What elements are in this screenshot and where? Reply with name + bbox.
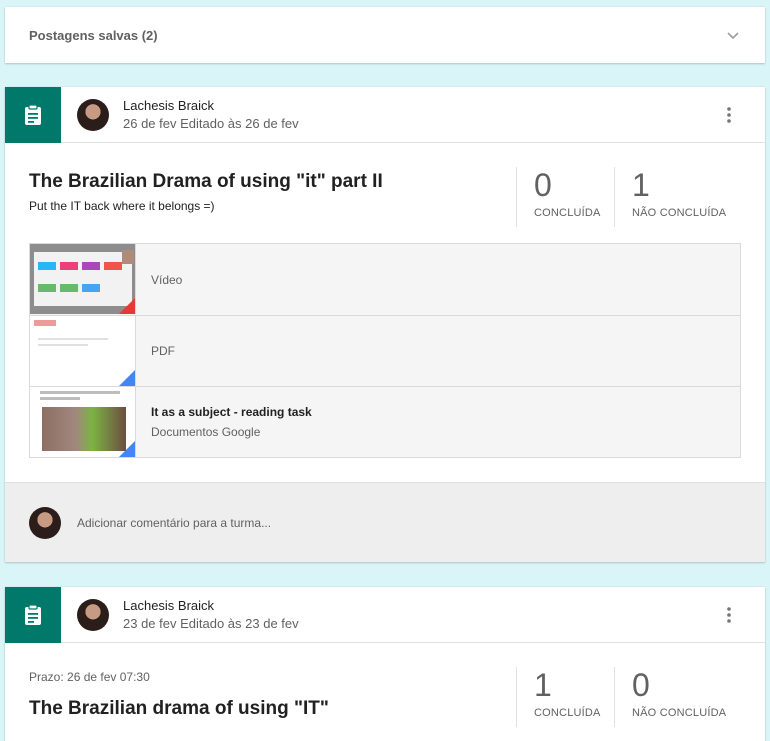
assignment-icon xyxy=(5,586,61,643)
done-label: CONCLUÍDA xyxy=(534,207,601,219)
post-header: Lachesis Braick 26 de fev Editado às 26 … xyxy=(5,86,765,143)
assignment-icon xyxy=(5,86,61,143)
video-icon xyxy=(119,298,135,314)
not-done-count: 1 xyxy=(632,167,650,203)
doc-thumbnail xyxy=(30,387,136,457)
more-vert-icon[interactable] xyxy=(719,605,739,625)
attachment-doc[interactable]: It as a subject - reading task Documento… xyxy=(30,386,740,457)
not-done-label: NÃO CONCLUÍDA xyxy=(632,207,727,219)
done-label: CONCLUÍDA xyxy=(534,707,601,719)
author-name[interactable]: Lachesis Braick xyxy=(123,597,299,615)
assignment-post: Lachesis Braick 23 de fev Editado às 23 … xyxy=(5,586,765,741)
post-date: 23 de fev Editado às 23 de fev xyxy=(123,615,299,631)
assignment-title[interactable]: The Brazilian Drama of using "it" part I… xyxy=(29,171,383,193)
more-vert-icon[interactable] xyxy=(719,105,739,125)
attachments-list: Vídeo PDF It as a subject - reading task… xyxy=(29,243,741,458)
author-avatar[interactable] xyxy=(77,598,109,631)
not-done-count: 0 xyxy=(632,667,650,703)
comment-input[interactable]: Adicionar comentário para a turma... xyxy=(77,516,271,530)
stat-not-done[interactable]: 0 NÃO CONCLUÍDA xyxy=(614,667,726,727)
post-body: The Brazilian Drama of using "it" part I… xyxy=(5,143,765,481)
stat-done[interactable]: 0 CONCLUÍDA xyxy=(516,167,601,227)
attachment-pdf[interactable]: PDF xyxy=(30,315,740,386)
assignment-description: Put the IT back where it belongs =) xyxy=(29,199,215,213)
done-count: 0 xyxy=(534,167,552,203)
docs-icon xyxy=(119,441,135,457)
author-name[interactable]: Lachesis Braick xyxy=(123,97,299,115)
attachment-type: Documentos Google xyxy=(151,425,261,439)
not-done-label: NÃO CONCLUÍDA xyxy=(632,707,727,719)
attachment-name: It as a subject - reading task xyxy=(151,405,312,419)
attachment-type: PDF xyxy=(151,344,175,358)
stat-done[interactable]: 1 CONCLUÍDA xyxy=(516,667,601,727)
post-header: Lachesis Braick 23 de fev Editado às 23 … xyxy=(5,586,765,643)
pdf-thumbnail xyxy=(30,316,136,386)
saved-posts-label: Postagens salvas (2) xyxy=(29,27,158,43)
stat-not-done[interactable]: 1 NÃO CONCLUÍDA xyxy=(614,167,726,227)
saved-posts-panel[interactable]: Postagens salvas (2) xyxy=(5,7,765,63)
assignment-post: Lachesis Braick 26 de fev Editado às 26 … xyxy=(5,86,765,562)
done-count: 1 xyxy=(534,667,552,703)
author-avatar[interactable] xyxy=(77,98,109,131)
attachment-video[interactable]: Vídeo xyxy=(30,244,740,315)
user-avatar xyxy=(29,506,61,539)
class-comment-bar[interactable]: Adicionar comentário para a turma... xyxy=(5,482,765,562)
chevron-down-icon[interactable] xyxy=(725,27,741,43)
post-body: Prazo: 26 de fev 07:30 The Brazilian dra… xyxy=(5,643,765,741)
video-thumbnail xyxy=(30,244,136,314)
assignment-deadline: Prazo: 26 de fev 07:30 xyxy=(29,670,150,684)
attachment-type: Vídeo xyxy=(151,272,183,287)
post-date: 26 de fev Editado às 26 de fev xyxy=(123,115,299,131)
pdf-icon xyxy=(119,370,135,386)
assignment-title[interactable]: The Brazilian drama of using "IT" xyxy=(29,698,329,720)
